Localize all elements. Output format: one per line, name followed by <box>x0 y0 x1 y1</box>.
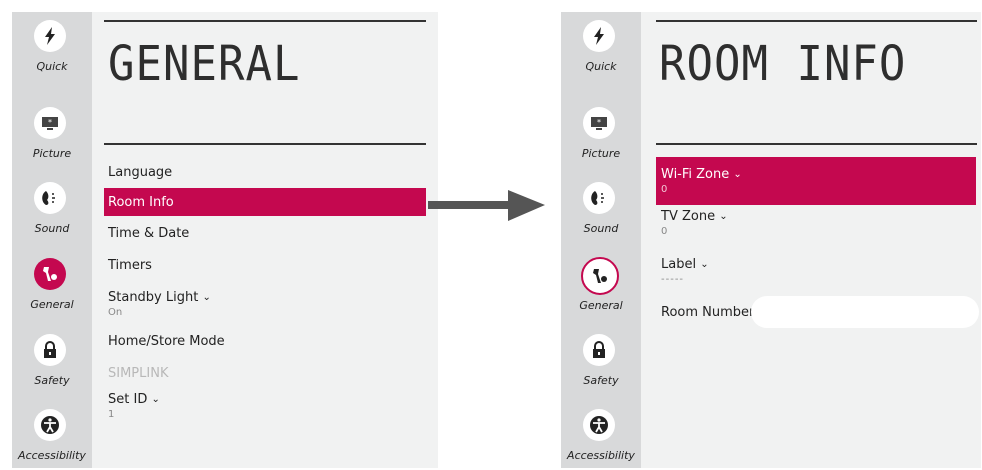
transition-arrow-icon <box>428 190 545 221</box>
general-icon <box>581 257 619 295</box>
sidebar-label-sound: Sound <box>583 222 619 235</box>
right-sidebar: Quick * Picture Sound General Safety Acc… <box>561 12 641 468</box>
menu-item-room-info[interactable]: Room Info <box>104 188 426 216</box>
general-icon <box>34 258 66 290</box>
sidebar-label-general: General <box>579 299 623 312</box>
chevron-down-icon: ⌄ <box>700 259 709 270</box>
menu-item-home-store-mode[interactable]: Home/Store Mode <box>108 334 225 349</box>
chevron-down-icon: ⌄ <box>733 169 742 180</box>
lightning-icon <box>583 20 615 52</box>
sound-icon <box>583 182 615 214</box>
page-title: GENERAL <box>108 36 301 93</box>
menu-item-value: 0 <box>661 184 668 195</box>
sound-icon <box>34 182 66 214</box>
menu-item-value: 1 <box>108 409 115 420</box>
sidebar-label-picture: Picture <box>581 147 621 160</box>
menu-item-label-setting[interactable]: Label ⌄ ----- <box>661 257 709 285</box>
sidebar-label-sound: Sound <box>34 222 70 235</box>
page-title: ROOM INFO <box>659 36 907 93</box>
section-divider <box>104 143 426 145</box>
menu-item-label: Standby Light <box>108 290 199 305</box>
right-screen: Quick * Picture Sound General Safety Acc… <box>561 12 981 468</box>
menu-item-label: SIMPLINK <box>108 366 169 381</box>
section-divider <box>656 143 977 145</box>
sidebar-label-safety: Safety <box>583 374 619 387</box>
picture-icon: * <box>34 107 66 139</box>
sidebar-label-accessibility: Accessibility <box>567 449 635 462</box>
menu-item-label: TV Zone <box>661 209 716 224</box>
menu-item-label: Room Info <box>108 195 174 210</box>
menu-item-label: Wi-Fi Zone <box>661 167 730 182</box>
menu-item-value: ----- <box>661 274 685 285</box>
menu-item-label: Room Number <box>661 305 755 320</box>
menu-item-language[interactable]: Language <box>108 165 172 180</box>
sidebar-label-quick: Quick <box>36 60 68 73</box>
menu-item-label: Label <box>661 257 697 272</box>
svg-text:*: * <box>597 118 601 127</box>
menu-item-label: Timers <box>108 258 152 273</box>
lock-icon <box>34 334 66 366</box>
lightning-icon <box>34 20 66 52</box>
lock-icon <box>583 334 615 366</box>
left-sidebar: Quick * Picture Sound General Safety Acc… <box>12 12 92 468</box>
menu-item-timers[interactable]: Timers <box>108 258 152 273</box>
menu-item-label: Home/Store Mode <box>108 334 225 349</box>
sidebar-label-accessibility: Accessibility <box>18 449 86 462</box>
menu-item-label: Set ID <box>108 392 148 407</box>
menu-item-value: 0 <box>661 226 668 237</box>
chevron-down-icon: ⌄ <box>202 292 211 303</box>
menu-item-label: Language <box>108 165 173 180</box>
menu-item-time-date[interactable]: Time & Date <box>108 226 189 241</box>
picture-icon: * <box>583 107 615 139</box>
menu-item-wifi-zone[interactable]: Wi-Fi Zone ⌄ 0 <box>656 157 976 205</box>
accessibility-icon <box>583 409 615 441</box>
sidebar-label-picture: Picture <box>32 147 72 160</box>
svg-text:*: * <box>48 118 52 127</box>
sidebar-label-quick: Quick <box>585 60 617 73</box>
sidebar-label-safety: Safety <box>34 374 70 387</box>
chevron-down-icon: ⌄ <box>151 394 160 405</box>
chevron-down-icon: ⌄ <box>719 211 728 222</box>
menu-item-standby-light[interactable]: Standby Light ⌄ On <box>108 290 211 318</box>
sidebar-label-general: General <box>30 298 74 311</box>
left-screen: Quick * Picture Sound General Safety Acc… <box>12 12 438 468</box>
menu-item-simplink: SIMPLINK <box>108 366 168 381</box>
menu-item-value: On <box>108 307 123 318</box>
menu-item-tv-zone[interactable]: TV Zone ⌄ 0 <box>661 209 728 237</box>
menu-item-room-number: Room Number <box>661 305 754 320</box>
accessibility-icon <box>34 409 66 441</box>
top-divider <box>656 20 977 22</box>
room-number-input[interactable] <box>751 296 979 328</box>
menu-item-label: Time & Date <box>108 226 190 241</box>
top-divider <box>104 20 426 22</box>
menu-item-set-id[interactable]: Set ID ⌄ 1 <box>108 392 160 420</box>
